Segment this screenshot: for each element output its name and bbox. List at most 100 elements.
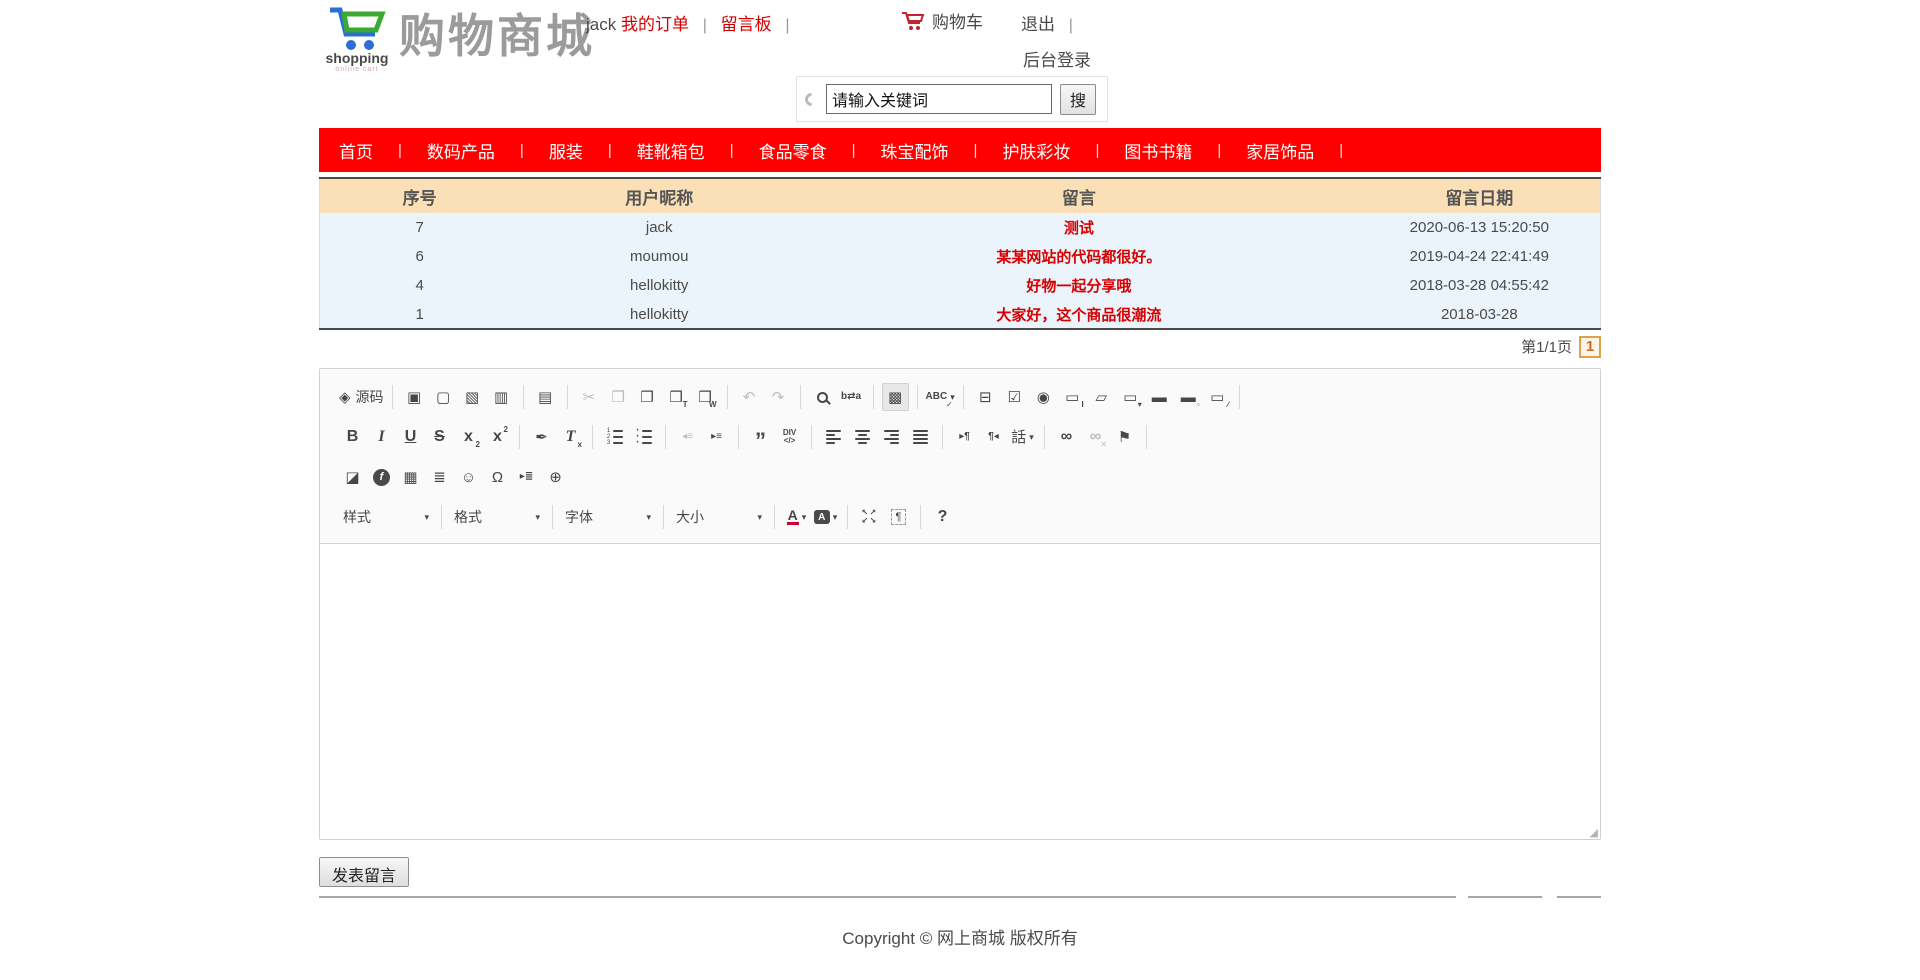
toolbar-separator: [942, 425, 943, 449]
submit-message-button[interactable]: 发表留言: [319, 857, 409, 887]
nav-item-8[interactable]: 家居饰品: [1246, 138, 1314, 163]
superscript-button[interactable]: x2: [484, 423, 511, 451]
templates-button[interactable]: ▤: [532, 383, 559, 411]
toolbar-separator: [917, 385, 918, 409]
toolbar-group: ✂❐❒❒T❒W: [575, 383, 720, 411]
logout-link[interactable]: 退出: [1021, 15, 1055, 34]
link-button[interactable]: ∞: [1053, 423, 1080, 451]
site-logo[interactable]: shopping online cart 购物商城: [325, 4, 595, 73]
nav-item-6[interactable]: 护肤彩妆: [1002, 138, 1070, 163]
copy-button[interactable]: ❐: [605, 383, 632, 411]
maximize-button[interactable]: ↖↗↙↘: [856, 503, 883, 531]
smiley-button[interactable]: ☺: [455, 463, 482, 491]
table-button[interactable]: ▦: [397, 463, 424, 491]
replace-button[interactable]: b⇄a: [838, 383, 865, 411]
horizontal-rule-button[interactable]: ≣: [426, 463, 453, 491]
select-all-button[interactable]: ▩: [882, 383, 909, 411]
print-button[interactable]: ▥: [488, 383, 515, 411]
bg-color-button[interactable]: A▾: [812, 503, 839, 531]
styles-combo[interactable]: 样式▾: [338, 504, 434, 530]
column-header-1: 用户昵称: [519, 178, 799, 213]
special-char-button[interactable]: Ω: [484, 463, 511, 491]
unlink-button[interactable]: ∞✕: [1082, 423, 1109, 451]
about-button[interactable]: ?: [929, 503, 956, 531]
create-div-button[interactable]: DIV</>: [776, 423, 803, 451]
templates-icon: ▤: [538, 390, 552, 405]
toolbar-separator: [441, 505, 442, 529]
preview-button[interactable]: ▧: [459, 383, 486, 411]
save-button[interactable]: ▣: [401, 383, 428, 411]
select-field-button[interactable]: ▭▾: [1117, 383, 1144, 411]
paste-text-button[interactable]: ❒T: [663, 383, 690, 411]
nav-item-1[interactable]: 数码产品: [427, 138, 495, 163]
message-board-link[interactable]: 留言板: [721, 15, 772, 34]
undo-button[interactable]: ↶: [736, 383, 763, 411]
resize-grip-icon[interactable]: ◢: [1590, 828, 1598, 838]
nav-item-7[interactable]: 图书书籍: [1124, 138, 1192, 163]
italic-button[interactable]: I: [368, 423, 395, 451]
nav-item-4[interactable]: 食品零食: [759, 138, 827, 163]
anchor-button[interactable]: ⚑: [1111, 423, 1138, 451]
admin-login-link[interactable]: 后台登录: [1023, 46, 1091, 71]
create-div-icon: DIV</>: [783, 429, 796, 445]
new-page-button[interactable]: ▢: [430, 383, 457, 411]
align-right-button[interactable]: [878, 423, 905, 451]
redo-button[interactable]: ↷: [765, 383, 792, 411]
spell-check-button[interactable]: ABC✓▾: [926, 383, 955, 411]
cut-button[interactable]: ✂: [576, 383, 603, 411]
image-button[interactable]: ◪: [339, 463, 366, 491]
subscript-button[interactable]: x2: [455, 423, 482, 451]
nav-item-3[interactable]: 鞋靴箱包: [637, 138, 705, 163]
editor-content-area[interactable]: [320, 544, 1600, 820]
my-orders-link[interactable]: 我的订单: [621, 15, 689, 34]
nav-item-0[interactable]: 首页: [339, 138, 373, 163]
image-button-button[interactable]: ▬◦: [1175, 383, 1202, 411]
align-center-button[interactable]: [849, 423, 876, 451]
paste-word-button[interactable]: ❒W: [692, 383, 719, 411]
bulleted-list-button[interactable]: •••: [630, 423, 657, 451]
size-combo[interactable]: 大小▾: [671, 504, 767, 530]
site-header: shopping online cart 购物商城 jack 我的订单 | 留言…: [319, 0, 1601, 126]
textarea-icon: ▱: [1095, 390, 1107, 405]
strike-button[interactable]: S: [426, 423, 453, 451]
remove-format-button[interactable]: Tx: [557, 423, 584, 451]
page-break-button[interactable]: ▸≣: [513, 463, 540, 491]
outdent-button[interactable]: ◂≡: [674, 423, 701, 451]
find-button[interactable]: [809, 383, 836, 411]
language-button[interactable]: 話▾: [1009, 423, 1036, 451]
bidi-rtl-button[interactable]: ¶◂: [980, 423, 1007, 451]
blockquote-button[interactable]: ”: [747, 423, 774, 451]
search-button[interactable]: 搜: [1060, 84, 1096, 115]
checkbox-button[interactable]: ☑: [1001, 383, 1028, 411]
form-button[interactable]: ⊟: [972, 383, 999, 411]
cell-nick: jack: [519, 213, 799, 242]
nav-item-2[interactable]: 服装: [549, 138, 583, 163]
search-input[interactable]: [826, 84, 1052, 114]
show-blocks-button[interactable]: ¶: [885, 503, 912, 531]
bidi-ltr-button[interactable]: ▸¶: [951, 423, 978, 451]
paste-button[interactable]: ❒: [634, 383, 661, 411]
text-field-button[interactable]: ▭I: [1059, 383, 1086, 411]
cell-nick: hellokitty: [519, 271, 799, 300]
nav-item-5[interactable]: 珠宝配饰: [881, 138, 949, 163]
hidden-field-button[interactable]: ▭∕: [1204, 383, 1231, 411]
numbered-list-button[interactable]: 123: [601, 423, 628, 451]
format-combo[interactable]: 格式▾: [449, 504, 545, 530]
bold-button[interactable]: B: [339, 423, 366, 451]
text-color-button[interactable]: A▾: [783, 503, 810, 531]
textarea-button[interactable]: ▱: [1088, 383, 1115, 411]
iframe-button[interactable]: ⊕: [542, 463, 569, 491]
align-left-button[interactable]: [820, 423, 847, 451]
underline-button[interactable]: U: [397, 423, 424, 451]
indent-button[interactable]: ▸≡: [703, 423, 730, 451]
flash-button[interactable]: f: [368, 463, 395, 491]
print-icon: ▥: [494, 390, 508, 405]
cart-link[interactable]: 购物车: [901, 8, 983, 33]
align-justify-button[interactable]: [907, 423, 934, 451]
font-combo[interactable]: 字体▾: [560, 504, 656, 530]
radio-button-button[interactable]: ◉: [1030, 383, 1057, 411]
form-button-button[interactable]: ▬: [1146, 383, 1173, 411]
source-button[interactable]: ◈源码: [339, 383, 384, 411]
copy-formatting-button[interactable]: ✒: [528, 423, 555, 451]
page-number-button[interactable]: 1: [1579, 336, 1601, 358]
